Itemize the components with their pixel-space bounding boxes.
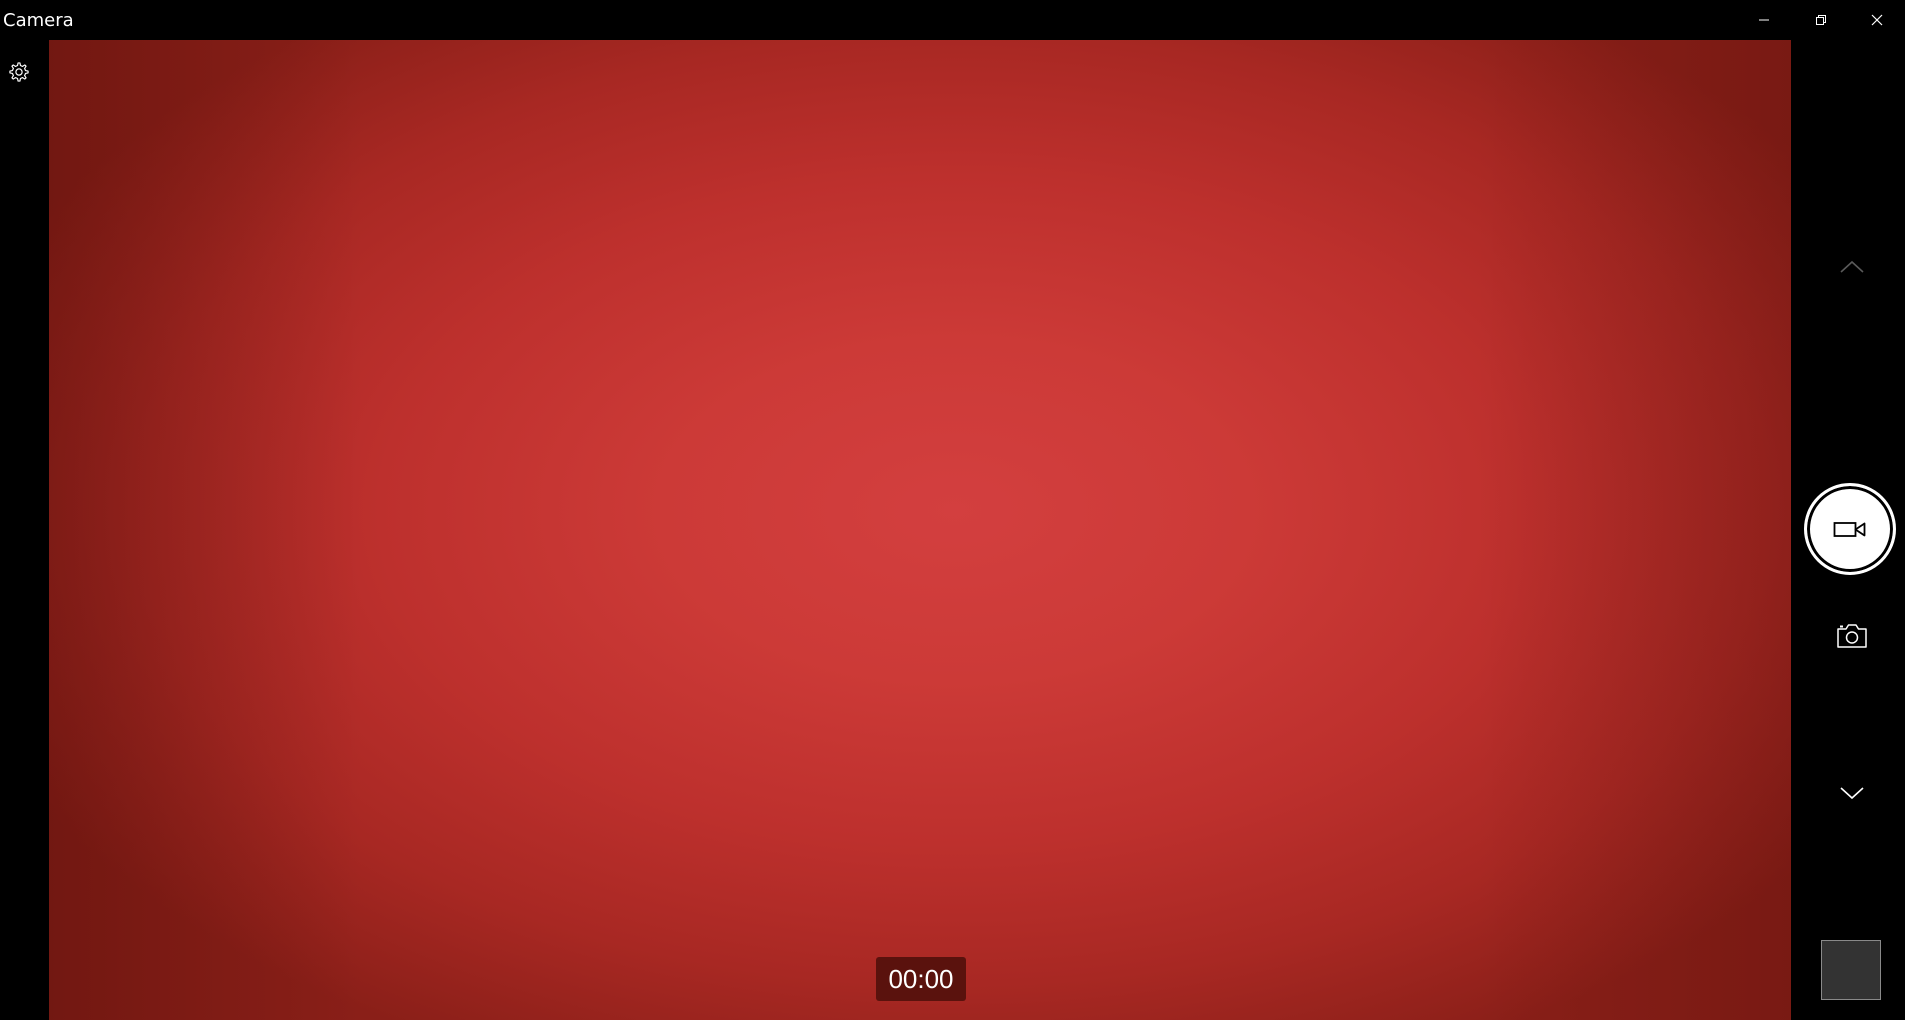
record-video-button[interactable] xyxy=(1804,483,1896,575)
chevron-down-icon xyxy=(1839,785,1865,801)
last-capture-thumbnail[interactable] xyxy=(1821,940,1881,1000)
title-bar: Camera xyxy=(0,0,1905,40)
close-icon xyxy=(1871,14,1883,26)
minimize-icon xyxy=(1758,14,1770,26)
recording-timer: 00:00 xyxy=(876,957,966,1001)
gear-icon xyxy=(8,61,30,83)
settings-button[interactable] xyxy=(0,54,38,90)
restore-icon xyxy=(1815,14,1827,26)
camera-window: Camera 00:00 xyxy=(0,0,1905,1020)
photo-mode-button[interactable] xyxy=(1830,618,1874,654)
minimize-button[interactable] xyxy=(1736,0,1792,40)
video-camera-icon xyxy=(1833,519,1867,539)
chevron-up-icon xyxy=(1839,259,1865,275)
window-title: Camera xyxy=(3,10,74,31)
camera-viewfinder[interactable]: 00:00 xyxy=(49,40,1791,1020)
close-button[interactable] xyxy=(1849,0,1905,40)
mode-scroll-up-button[interactable] xyxy=(1830,250,1874,284)
camera-icon xyxy=(1836,623,1868,649)
mode-scroll-down-button[interactable] xyxy=(1830,776,1874,810)
restore-button[interactable] xyxy=(1793,0,1849,40)
viewfinder-vignette xyxy=(49,40,1791,1020)
